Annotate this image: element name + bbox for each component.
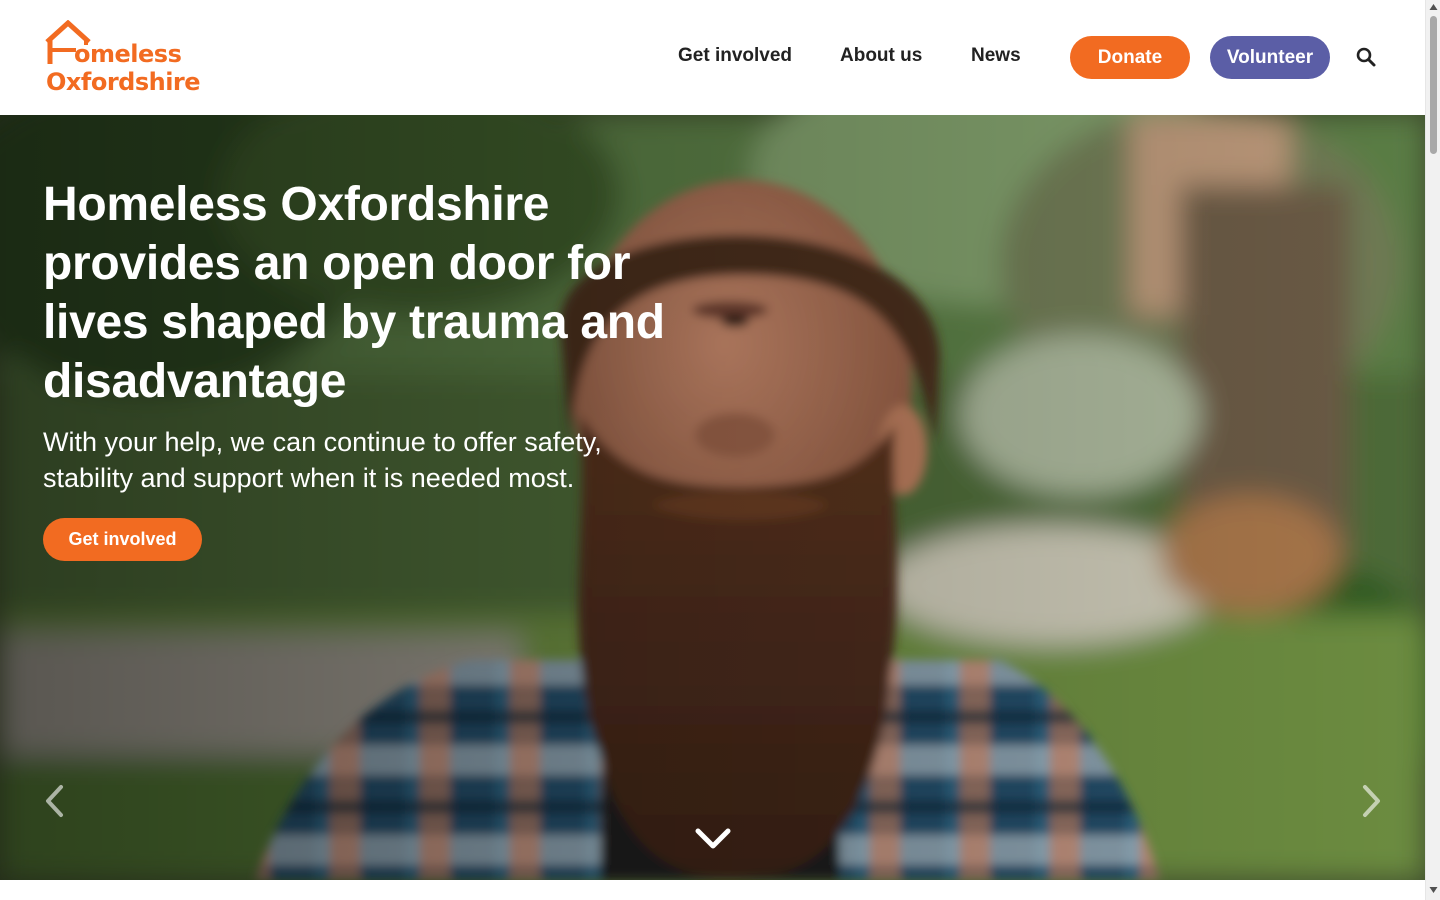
- search-button[interactable]: [1355, 46, 1377, 68]
- hero-carousel: Homeless Oxfordshire provides an open do…: [0, 115, 1425, 880]
- hero-subheading: With your help, we can continue to offer…: [43, 427, 602, 493]
- nav-get-involved[interactable]: Get involved: [678, 44, 792, 68]
- hero-heading: Homeless Oxfordshire provides an open do…: [43, 178, 665, 408]
- scroll-down-button[interactable]: [694, 825, 732, 853]
- donate-button[interactable]: Donate: [1070, 36, 1190, 79]
- volunteer-button[interactable]: Volunteer: [1210, 36, 1330, 79]
- logo-text-line2: Oxfordshire: [46, 68, 201, 96]
- nav-news[interactable]: News: [971, 44, 1021, 68]
- scrollbar-thumb[interactable]: [1430, 16, 1437, 154]
- vertical-scrollbar[interactable]: [1425, 0, 1440, 900]
- site-header: omeless Oxfordshire Get involved About u…: [0, 0, 1425, 115]
- nav-about-us[interactable]: About us: [840, 44, 922, 68]
- logo-text-line1: omeless: [74, 40, 182, 68]
- carousel-prev-button[interactable]: [42, 783, 68, 819]
- page: omeless Oxfordshire Get involved About u…: [0, 0, 1425, 900]
- chevron-down-icon: [695, 828, 731, 849]
- homeless-oxfordshire-logo[interactable]: omeless Oxfordshire: [44, 20, 214, 98]
- search-icon: [1356, 47, 1376, 67]
- chevron-right-icon: [1363, 785, 1380, 817]
- scroll-down-arrow-icon[interactable]: [1429, 886, 1438, 894]
- scroll-up-arrow-icon[interactable]: [1429, 3, 1438, 11]
- carousel-next-button[interactable]: [1358, 783, 1384, 819]
- chevron-left-icon: [46, 785, 63, 817]
- get-involved-button[interactable]: Get involved: [43, 518, 202, 561]
